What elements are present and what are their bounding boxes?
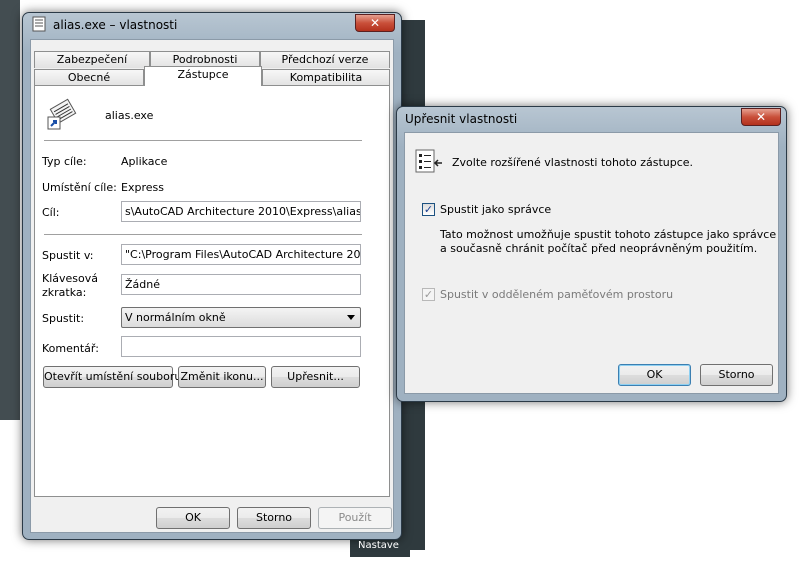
- open-file-location-button[interactable]: Otevřít umístění souboru: [43, 366, 181, 388]
- shortcut-key-input[interactable]: Žádné: [121, 274, 361, 295]
- run-select-value: V normálním okně: [125, 311, 226, 324]
- ok-button[interactable]: OK: [618, 364, 691, 386]
- file-icon: [46, 97, 80, 131]
- tab-security[interactable]: Zabezpečení: [34, 51, 150, 68]
- target-type-label: Typ cíle:: [42, 155, 87, 168]
- shortcut-icon: [31, 16, 47, 32]
- start-in-label: Spustit v:: [42, 249, 94, 262]
- shortcut-key-label: zkratka:: [42, 286, 87, 299]
- close-button[interactable]: ✕: [355, 14, 395, 32]
- separate-memory-label: Spustit v odděleném paměťovém prostoru: [440, 288, 674, 301]
- target-type-value: Aplikace: [121, 155, 168, 168]
- advanced-client-area: Zvolte rozšířené vlastnosti tohoto zástu…: [404, 132, 779, 394]
- run-select[interactable]: V normálním okně: [121, 307, 361, 328]
- target-label: Cíl:: [42, 206, 60, 219]
- separator: [44, 234, 362, 235]
- shortcut-key-label: Klávesová: [42, 272, 98, 285]
- apply-button[interactable]: Použít: [318, 507, 392, 529]
- comment-label: Komentář:: [42, 342, 99, 355]
- properties-client-area: Zabezpečení Podrobnosti Předchozí verze …: [30, 39, 394, 533]
- separate-memory-checkbox[interactable]: ✓: [422, 288, 435, 301]
- desktop-fragment-text: Nastave: [358, 540, 399, 551]
- chevron-down-icon: [347, 315, 355, 320]
- ok-button[interactable]: OK: [156, 507, 230, 529]
- tab-compatibility[interactable]: Kompatibilita: [262, 69, 390, 86]
- target-input[interactable]: s\AutoCAD Architecture 2010\Express\alia…: [121, 201, 361, 222]
- tab-general[interactable]: Obecné: [34, 69, 144, 86]
- run-label: Spustit:: [42, 312, 85, 325]
- run-as-admin-checkbox[interactable]: ✓: [422, 203, 435, 216]
- cancel-button[interactable]: Storno: [700, 364, 773, 386]
- shortcut-tab-panel: alias.exe Typ cíle: Aplikace Umístění cí…: [34, 85, 390, 497]
- properties-window: alias.exe – vlastnosti ✕ Zabezpečení Pod…: [22, 12, 402, 540]
- change-icon-button[interactable]: Změnit ikonu...: [178, 366, 266, 388]
- start-in-input[interactable]: "C:\Program Files\AutoCAD Architecture 2…: [121, 244, 361, 265]
- close-button[interactable]: ✕: [741, 108, 781, 126]
- run-as-admin-label[interactable]: Spustit jako správce: [440, 203, 551, 216]
- advanced-title-text: Upřesnit vlastnosti: [405, 112, 518, 126]
- properties-title-text: alias.exe – vlastnosti: [53, 18, 178, 32]
- advanced-properties-dialog: Upřesnit vlastnosti ✕ Zvolte rozšířené v…: [396, 106, 787, 402]
- run-as-admin-description: a současně chránit počítač před neoprávn…: [440, 242, 758, 255]
- comment-input[interactable]: [121, 336, 361, 357]
- advanced-header-text: Zvolte rozšířené vlastnosti tohoto zástu…: [452, 156, 694, 169]
- desktop-fragment: [0, 0, 20, 420]
- separator: [44, 140, 362, 141]
- file-name: alias.exe: [105, 109, 154, 122]
- target-location-value: Express: [121, 181, 164, 194]
- properties-list-icon: [415, 149, 443, 175]
- target-location-label: Umístění cíle:: [42, 181, 117, 194]
- run-as-admin-description: Tato možnost umožňuje spustit tohoto zás…: [440, 228, 777, 241]
- properties-title-bar: alias.exe – vlastnosti: [31, 13, 177, 37]
- tab-shortcut[interactable]: Zástupce: [144, 66, 262, 86]
- advanced-button[interactable]: Upřesnit...: [271, 366, 360, 388]
- tab-previous-versions[interactable]: Předchozí verze: [260, 51, 390, 68]
- cancel-button[interactable]: Storno: [237, 507, 311, 529]
